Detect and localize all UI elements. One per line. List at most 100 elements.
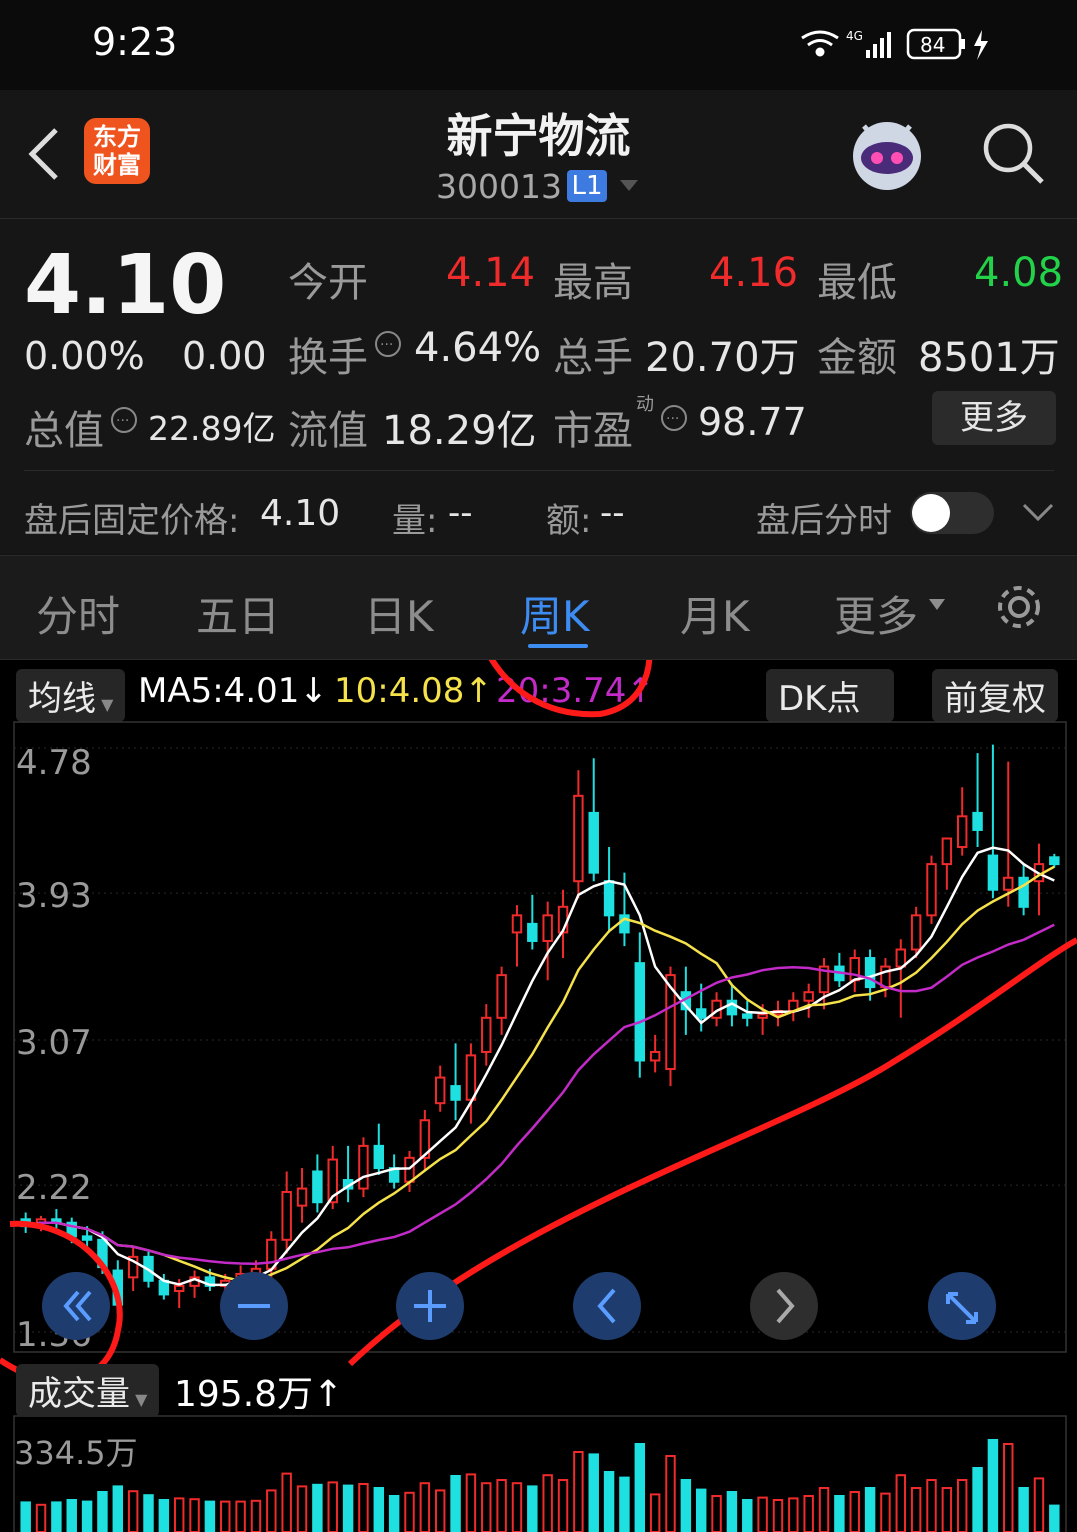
candle-body bbox=[910, 914, 922, 951]
candle-body bbox=[511, 914, 523, 934]
volume-bar bbox=[250, 1499, 262, 1532]
tab-monthly-k[interactable]: 月K bbox=[680, 583, 750, 644]
toggle-knob bbox=[912, 494, 950, 532]
candle-body bbox=[542, 914, 553, 942]
candle-body bbox=[880, 965, 891, 989]
candle-body bbox=[956, 815, 968, 849]
volume-bar bbox=[619, 1476, 630, 1532]
y-tick-label: 3.07 bbox=[16, 1023, 92, 1063]
svg-text:···: ··· bbox=[666, 411, 679, 427]
candle-body bbox=[358, 1144, 369, 1190]
volume-bar bbox=[895, 1474, 907, 1532]
volume-bar bbox=[143, 1494, 154, 1532]
volume-bar bbox=[66, 1499, 77, 1532]
level-badge: L1 bbox=[567, 170, 607, 202]
high-value: 4.16 bbox=[709, 250, 799, 296]
volume-bar bbox=[1033, 1477, 1045, 1532]
volume-bar bbox=[695, 1488, 707, 1532]
candle-body bbox=[465, 1054, 477, 1101]
volume-bar bbox=[542, 1474, 553, 1532]
volume-bar bbox=[189, 1498, 200, 1532]
candle-body bbox=[481, 1016, 492, 1053]
volume-bar bbox=[941, 1487, 953, 1532]
float-mv-value: 18.29亿 bbox=[382, 408, 537, 454]
tab-more[interactable]: 更多 bbox=[834, 583, 918, 644]
volume-bar bbox=[465, 1473, 477, 1532]
robot-assistant-icon[interactable] bbox=[846, 112, 928, 194]
info-icon[interactable]: ··· bbox=[110, 406, 138, 434]
svg-text:84: 84 bbox=[920, 33, 945, 57]
volume-max-label: 334.5万 bbox=[14, 1434, 138, 1472]
info-icon[interactable]: ··· bbox=[660, 404, 688, 432]
candle-body bbox=[603, 880, 615, 917]
tab-five-day[interactable]: 五日 bbox=[196, 583, 280, 644]
candle-body bbox=[573, 794, 584, 883]
more-quote-button[interactable]: 更多 bbox=[932, 391, 1056, 445]
battery-icon: 84 bbox=[906, 28, 965, 60]
volume-bar bbox=[972, 1467, 983, 1532]
volume-selector[interactable]: 成交量 ▼ bbox=[16, 1364, 160, 1417]
divider bbox=[24, 470, 1054, 471]
after-hours-label: 盘后固定价格: bbox=[24, 501, 240, 541]
volume-bar bbox=[511, 1482, 523, 1532]
volume-bar bbox=[97, 1491, 108, 1532]
volume-bar bbox=[327, 1481, 338, 1532]
ah-volume-label: 量: bbox=[392, 501, 438, 541]
candle-body bbox=[634, 962, 646, 1062]
volume-bar bbox=[220, 1500, 231, 1532]
volume-bar bbox=[312, 1483, 323, 1532]
volume-bar bbox=[956, 1479, 968, 1532]
candle-body bbox=[926, 863, 937, 917]
candle-body bbox=[81, 1235, 93, 1241]
volume-bar bbox=[711, 1495, 722, 1532]
high-label: 最高 bbox=[553, 260, 633, 306]
candle-body bbox=[527, 922, 538, 942]
candle-body bbox=[373, 1144, 385, 1170]
y-tick-label: 3.93 bbox=[16, 876, 92, 916]
candle-body bbox=[895, 948, 907, 968]
pe-value: 98.77 bbox=[698, 400, 807, 444]
gear-icon[interactable] bbox=[992, 580, 1046, 634]
tab-daily-k[interactable]: 日K bbox=[364, 583, 434, 644]
open-value: 4.14 bbox=[446, 250, 536, 296]
volume-bar bbox=[726, 1491, 738, 1532]
volume-bar bbox=[527, 1485, 538, 1532]
candlestick-chart[interactable]: 4.783.933.072.221.36 bbox=[0, 660, 1077, 1532]
candle-body bbox=[757, 1013, 768, 1019]
candle-body bbox=[312, 1170, 323, 1204]
candle-body bbox=[695, 1008, 707, 1019]
ah-amount-value: -- bbox=[600, 493, 625, 533]
status-bar: 9:23 4G 84 bbox=[0, 0, 1077, 90]
volume-bar bbox=[880, 1492, 891, 1532]
total-mv-label: 总值 bbox=[24, 408, 104, 454]
volume-bar bbox=[266, 1489, 277, 1532]
ah-timeshare-toggle[interactable] bbox=[910, 492, 994, 534]
chevron-down-icon[interactable] bbox=[618, 178, 640, 194]
candle-body bbox=[987, 854, 999, 891]
info-icon[interactable]: ··· bbox=[374, 330, 402, 358]
candle-body bbox=[864, 957, 876, 989]
svg-text:···: ··· bbox=[116, 413, 129, 429]
volume-bar bbox=[51, 1501, 62, 1532]
volume-bar bbox=[987, 1439, 999, 1532]
volume-bar bbox=[818, 1487, 830, 1532]
volume-bar bbox=[342, 1484, 354, 1532]
status-icons: 4G 84 bbox=[801, 28, 988, 60]
next-button bbox=[750, 1272, 818, 1340]
volume-bar bbox=[450, 1475, 461, 1532]
candle-body bbox=[1003, 876, 1014, 891]
volume-bar bbox=[757, 1496, 768, 1532]
tab-timeshare[interactable]: 分时 bbox=[36, 583, 120, 644]
chevron-down-icon[interactable] bbox=[1022, 502, 1054, 522]
candle-body bbox=[496, 974, 507, 1019]
volume-bar bbox=[158, 1499, 170, 1532]
wifi-icon bbox=[801, 30, 839, 57]
volume-bar bbox=[849, 1491, 860, 1532]
volume-bar bbox=[496, 1479, 507, 1532]
tab-weekly-k[interactable]: 周K bbox=[520, 583, 590, 644]
volume-bar bbox=[204, 1500, 216, 1532]
candle-body bbox=[588, 811, 599, 874]
search-icon[interactable] bbox=[980, 120, 1046, 186]
svg-text:···: ··· bbox=[380, 337, 393, 353]
candle-body bbox=[281, 1190, 292, 1241]
